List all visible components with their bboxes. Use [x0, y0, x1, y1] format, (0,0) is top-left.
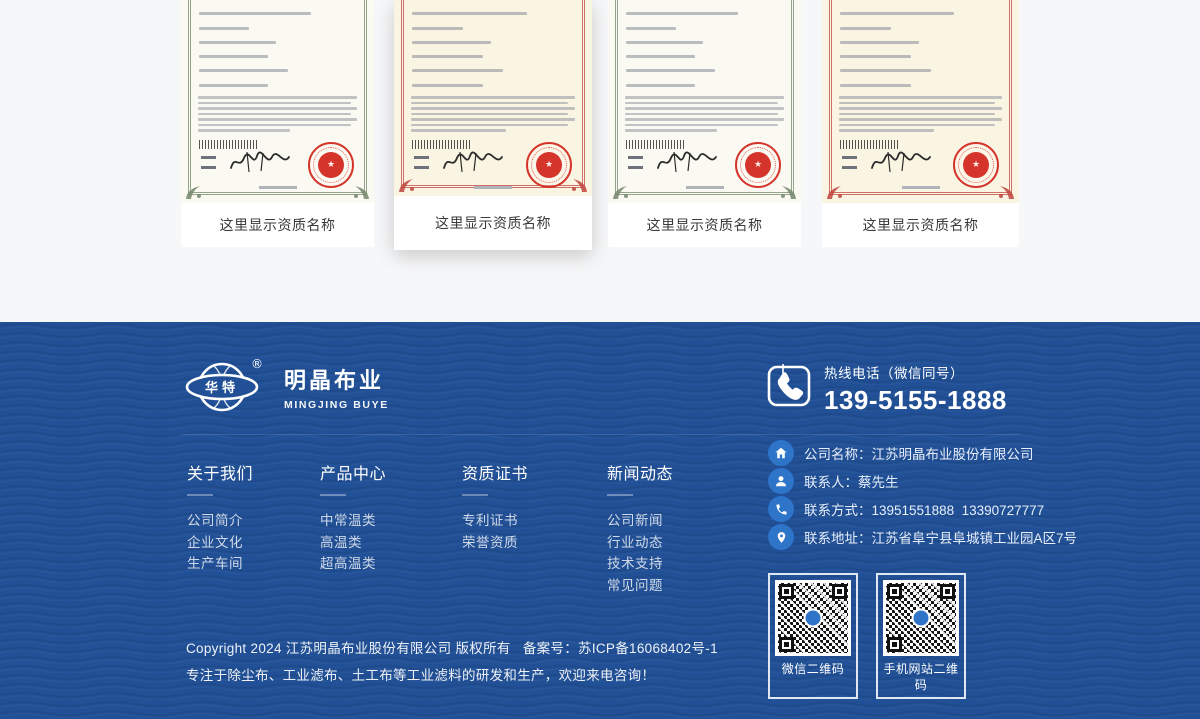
contact-person-text: 联系人：蔡先生: [804, 471, 899, 491]
footer-nav-link[interactable]: 常见问题: [607, 575, 727, 597]
home-icon: [768, 440, 794, 466]
official-seal: [308, 142, 354, 188]
copyright-line1: Copyright 2024 江苏明晶布业股份有限公司 版权所有 备案号：苏IC…: [186, 636, 718, 663]
certificate-caption: 这里显示资质名称: [822, 203, 1019, 247]
footer-nav: 关于我们 公司简介企业文化生产车间 产品中心 中常温类高温类超高温类 资质证书 …: [180, 322, 740, 612]
person-icon: [768, 468, 794, 494]
footer-nav-link[interactable]: 公司简介: [187, 510, 307, 532]
footer-nav-link[interactable]: 超高温类: [320, 553, 440, 575]
footer-nav-link[interactable]: 高温类: [320, 532, 440, 554]
footer-nav-links: 公司简介企业文化生产车间: [187, 510, 307, 575]
hotline-phone-icon: [766, 362, 812, 408]
official-seal: [735, 142, 781, 188]
contact-company-text: 公司名称：江苏明晶布业股份有限公司: [804, 443, 1034, 463]
certificate-card[interactable]: 这里显示资质名称: [394, 0, 592, 250]
mobile-site-qr-image: [883, 580, 959, 656]
footer-nav-column: 新闻动态 公司新闻行业动态技术支持常见问题: [607, 460, 727, 596]
footer-nav-links: 公司新闻行业动态技术支持常见问题: [607, 510, 727, 596]
certificate-card[interactable]: 这里显示资质名称: [822, 0, 1019, 247]
copyright-line2: 专注于除尘布、工业滤布、土工布等工业滤料的研发和生产，欢迎来电咨询！: [186, 663, 718, 690]
certificate-image: [181, 0, 374, 203]
corner-flourish-icon: [184, 183, 204, 201]
footer-nav-title[interactable]: 资质证书: [462, 460, 582, 484]
footer-nav-title[interactable]: 新闻动态: [607, 460, 727, 484]
wechat-qr-label: 微信二维码: [775, 661, 851, 677]
footer-nav-column: 关于我们 公司简介企业文化生产车间: [187, 460, 307, 575]
hotline-label: 热线电话（微信同号）: [824, 362, 1007, 382]
corner-flourish-icon: [996, 183, 1016, 201]
contact-address-row: 联系地址：江苏省阜宁县阜城镇工业园A区7号: [768, 524, 1077, 550]
footer-nav-column: 资质证书 专利证书荣誉资质: [462, 460, 582, 553]
signature: [227, 148, 293, 176]
title-underline: [187, 494, 213, 496]
corner-flourish-icon: [351, 183, 371, 201]
title-underline: [607, 494, 633, 496]
signature: [868, 148, 934, 176]
qr-center-logo: [912, 609, 931, 628]
contact-person-row: 联系人：蔡先生: [768, 468, 899, 494]
footer-nav-title[interactable]: 产品中心: [320, 460, 440, 484]
mobile-site-qr-block: 手机网站二维码: [876, 573, 966, 699]
certificate-image: [822, 0, 1019, 203]
qr-group: 微信二维码 手机网站二维码: [768, 573, 966, 699]
corner-flourish-icon: [611, 183, 631, 201]
location-icon: [768, 524, 794, 550]
contact-company-row: 公司名称：江苏明晶布业股份有限公司: [768, 440, 1034, 466]
wechat-qr-block: 微信二维码: [768, 573, 858, 699]
certificate-caption: 这里显示资质名称: [181, 203, 374, 247]
footer-nav-links: 中常温类高温类超高温类: [320, 510, 440, 575]
certificate-card[interactable]: 这里显示资质名称: [608, 0, 801, 247]
certificate-card[interactable]: 这里显示资质名称: [181, 0, 374, 247]
footer-nav-title[interactable]: 关于我们: [187, 460, 307, 484]
contact-phone-row: 联系方式：13951551888 13390727777: [768, 496, 1044, 522]
signature: [440, 148, 506, 176]
footer-nav-link[interactable]: 行业动态: [607, 532, 727, 554]
footer-nav-link[interactable]: 中常温类: [320, 510, 440, 532]
footer-container: 华特 ® 明晶布业 MINGJING BUYE 热线电话（微信同号） 139-5…: [180, 322, 1020, 719]
certificate-image: [394, 0, 592, 196]
title-underline: [320, 494, 346, 496]
footer-nav-link[interactable]: 企业文化: [187, 532, 307, 554]
certificate-caption: 这里显示资质名称: [608, 203, 801, 247]
contact-phone-text: 联系方式：13951551888 13390727777: [804, 499, 1044, 519]
corner-flourish-icon: [397, 176, 417, 194]
corner-flourish-icon: [825, 183, 845, 201]
qualifications-section: 这里显示资质名称: [0, 0, 1200, 322]
footer-nav-link[interactable]: 公司新闻: [607, 510, 727, 532]
certificate-row: 这里显示资质名称: [0, 0, 1200, 322]
wechat-qr-image: [775, 580, 851, 656]
hotline-number: 139-5155-1888: [824, 385, 1007, 416]
copyright: Copyright 2024 江苏明晶布业股份有限公司 版权所有 备案号：苏IC…: [186, 636, 718, 689]
official-seal: [526, 142, 572, 188]
hotline-block: 热线电话（微信同号） 139-5155-1888: [766, 362, 1007, 416]
footer-nav-links: 专利证书荣誉资质: [462, 510, 582, 553]
phone-icon: [768, 496, 794, 522]
contact-address-text: 联系地址：江苏省阜宁县阜城镇工业园A区7号: [804, 527, 1077, 547]
qr-center-logo: [804, 609, 823, 628]
footer-nav-link[interactable]: 生产车间: [187, 553, 307, 575]
footer-nav-link[interactable]: 专利证书: [462, 510, 582, 532]
certificate-caption: 这里显示资质名称: [394, 196, 592, 250]
footer-nav-column: 产品中心 中常温类高温类超高温类: [320, 460, 440, 575]
mobile-site-qr-label: 手机网站二维码: [883, 661, 959, 693]
title-underline: [462, 494, 488, 496]
corner-flourish-icon: [778, 183, 798, 201]
signature: [654, 148, 720, 176]
footer-nav-link[interactable]: 技术支持: [607, 553, 727, 575]
site-footer: 华特 ® 明晶布业 MINGJING BUYE 热线电话（微信同号） 139-5…: [0, 322, 1200, 719]
corner-flourish-icon: [569, 176, 589, 194]
official-seal: [953, 142, 999, 188]
footer-nav-link[interactable]: 荣誉资质: [462, 532, 582, 554]
certificate-image: [608, 0, 801, 203]
